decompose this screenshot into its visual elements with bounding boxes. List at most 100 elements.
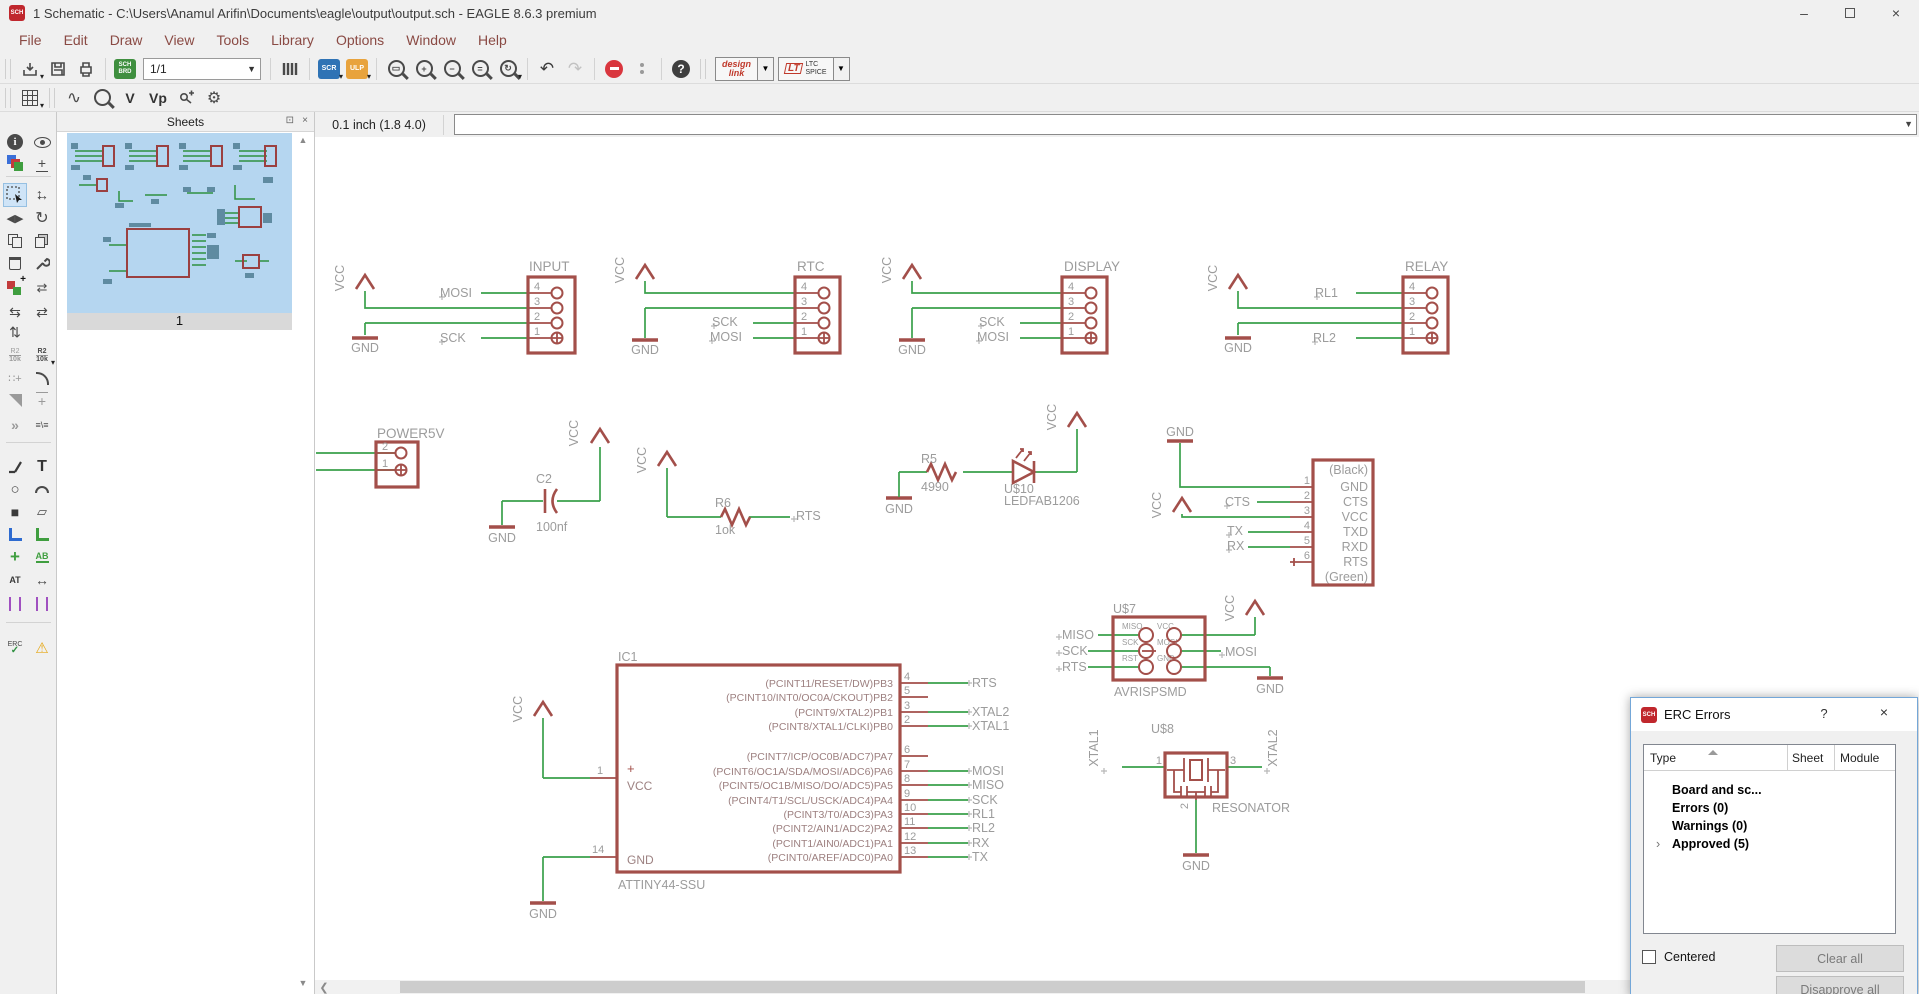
sheets-scroll-down-icon[interactable]: ▼: [296, 976, 310, 990]
component-power5v[interactable]: POWER5V 2 1: [316, 426, 445, 489]
simulate-wave-button[interactable]: ∿: [61, 86, 87, 110]
command-input[interactable]: [454, 114, 1917, 135]
move-tool[interactable]: ↔ ↔: [30, 183, 54, 207]
name-tool[interactable]: R2 10k: [3, 343, 27, 367]
zoom-out-button[interactable]: −: [439, 57, 465, 81]
wire-tool[interactable]: [3, 455, 27, 479]
menu-help[interactable]: Help: [467, 28, 518, 52]
frames-button[interactable]: [277, 57, 303, 81]
sheets-float-icon[interactable]: ⊡: [286, 115, 294, 126]
probe-zoom-button[interactable]: [89, 86, 115, 110]
erc-row-board[interactable]: Board and sc...: [1672, 783, 1762, 797]
erc-tool[interactable]: ERC ✓: [3, 636, 27, 660]
component-u7-avrisp[interactable]: U$7 MISO SCK RTS MISO SCK RST VCC MOSI G…: [1062, 595, 1284, 699]
clear-all-button[interactable]: Clear all: [1776, 945, 1904, 972]
align-tool[interactable]: ≡\≡: [30, 413, 54, 437]
undo-button[interactable]: ↶: [534, 57, 560, 81]
design-link-button[interactable]: design link: [715, 56, 759, 81]
zoom-fit-button[interactable]: ▭: [383, 57, 409, 81]
add-part-tool[interactable]: +: [3, 274, 27, 300]
ulp-button[interactable]: ULP ▾: [344, 57, 371, 81]
help-button[interactable]: ?: [668, 57, 694, 81]
arc-corner-tool[interactable]: [30, 366, 54, 390]
component-r5-led[interactable]: GND R5 4990 U$10 LEDFAB1206 VCC: [885, 404, 1088, 516]
display-layers-tool[interactable]: [3, 151, 27, 175]
dimension-v-tool[interactable]: [30, 592, 54, 616]
net-tool[interactable]: [30, 522, 54, 546]
disapprove-all-button[interactable]: Disapprove all: [1776, 976, 1904, 994]
erc-list[interactable]: Type Sheet Module Board and sc... Errors…: [1643, 744, 1896, 934]
rect-tool[interactable]: ■: [3, 500, 27, 524]
erc-col-type[interactable]: Type: [1650, 751, 1676, 765]
component-ic1[interactable]: IC1 ATTINY44-SSU + VCC GND VCC 1 14 GND …: [511, 650, 1009, 921]
attribute-tool[interactable]: AT: [3, 568, 27, 592]
toolbar-grip-2[interactable]: [700, 58, 706, 79]
paste-tool[interactable]: [30, 229, 54, 253]
minimize-button[interactable]: –: [1781, 0, 1827, 26]
probe-v-button[interactable]: V: [117, 86, 143, 110]
delete-tool[interactable]: [3, 251, 27, 275]
label-tool[interactable]: AB: [30, 545, 54, 569]
copy-tool[interactable]: [3, 229, 27, 253]
junction-tool[interactable]: +: [3, 545, 27, 569]
dimension-h-tool[interactable]: [3, 592, 27, 616]
invoke-tool[interactable]: »: [3, 413, 27, 437]
component-c2[interactable]: C2 100nf GND VCC: [488, 420, 611, 545]
erc-row-warnings[interactable]: Warnings (0): [1672, 819, 1747, 833]
bus-tool[interactable]: [3, 522, 27, 546]
swap-tool[interactable]: ⇅: [3, 320, 27, 344]
sheets-close-icon[interactable]: ×: [302, 115, 308, 126]
erc-errors-tool[interactable]: ⚠: [30, 636, 54, 660]
menu-tools[interactable]: Tools: [205, 28, 260, 52]
circle-tool[interactable]: ○: [3, 477, 27, 501]
ltc-spice-dropdown[interactable]: ▼: [833, 56, 850, 81]
zoom-in-button[interactable]: +: [411, 57, 437, 81]
sheet-selector[interactable]: 1/1 ▼: [143, 57, 261, 80]
redo-button[interactable]: ↷: [562, 57, 588, 81]
select-tool[interactable]: [3, 183, 27, 207]
component-display[interactable]: DISPLAY VCC GND SCK MOSI 4 3 2 1: [880, 257, 1120, 357]
polygon-tool[interactable]: ▱: [30, 500, 54, 524]
design-link-dropdown[interactable]: ▼: [758, 56, 775, 81]
sheets-scroll-up-icon[interactable]: ▲: [296, 133, 310, 147]
dimension-tool[interactable]: ↔: [30, 568, 54, 592]
erc-row-errors[interactable]: Errors (0): [1672, 801, 1728, 815]
menu-draw[interactable]: Draw: [99, 28, 154, 52]
replace-tool[interactable]: ⇄: [30, 276, 54, 300]
grid-button[interactable]: ▾: [17, 86, 44, 110]
sch-brd-toggle[interactable]: SCH BRD: [112, 57, 138, 81]
sheets-scrollbar[interactable]: ▲ ▼: [296, 133, 310, 990]
mirror-tool[interactable]: ◀▶: [3, 206, 27, 230]
rotate-tool[interactable]: ↻: [30, 206, 54, 230]
menu-window[interactable]: Window: [395, 28, 467, 52]
zoom-redraw-button[interactable]: ↻ ▾: [495, 57, 522, 81]
probe-add-button[interactable]: [173, 86, 199, 110]
command-dropdown-icon[interactable]: ▼: [1904, 119, 1913, 129]
component-relay[interactable]: RELAY RL1 RL2 VCC GND 4 3 2 1: [1206, 259, 1450, 355]
scrollbar-thumb[interactable]: [400, 981, 1585, 993]
expander-icon[interactable]: ›: [1656, 837, 1660, 851]
mark-tool[interactable]: +: [30, 151, 54, 175]
miter-tool[interactable]: ∷+: [3, 366, 27, 390]
component-serial-header[interactable]: GND VCC CTS TX RX 1 2 3 4 5 6 (Black) GN…: [1150, 425, 1375, 587]
erc-close-button[interactable]: ×: [1869, 704, 1899, 720]
component-rtc[interactable]: RTC VCC GND SCK MOSI 4 3 2 1: [613, 257, 842, 357]
zoom-select-button[interactable]: =: [467, 57, 493, 81]
component-u8-resonator[interactable]: XTAL1 XTAL2 U$8 1 3 2 GND RESONATOR: [1087, 722, 1290, 873]
menu-edit[interactable]: Edit: [53, 28, 99, 52]
open-button[interactable]: ▾: [17, 57, 44, 81]
save-button[interactable]: [45, 57, 71, 81]
menu-file[interactable]: File: [8, 28, 53, 52]
sheet-label[interactable]: 1: [67, 313, 292, 330]
stop-button[interactable]: [601, 57, 627, 81]
sheet-thumbnail[interactable]: [67, 133, 292, 313]
menu-options[interactable]: Options: [325, 28, 395, 52]
menu-library[interactable]: Library: [260, 28, 325, 52]
scroll-left-icon[interactable]: ❮: [317, 980, 331, 994]
traffic-dots-button[interactable]: [629, 57, 655, 81]
component-r6[interactable]: VCC R6 1ok RTS: [635, 447, 821, 537]
component-input[interactable]: INPUT MOSI SCK VCC GND 4 3 2 1: [333, 259, 577, 355]
arc-tool[interactable]: [30, 477, 54, 501]
erc-col-sheet[interactable]: Sheet: [1792, 751, 1823, 765]
text-tool[interactable]: T: [30, 455, 54, 479]
